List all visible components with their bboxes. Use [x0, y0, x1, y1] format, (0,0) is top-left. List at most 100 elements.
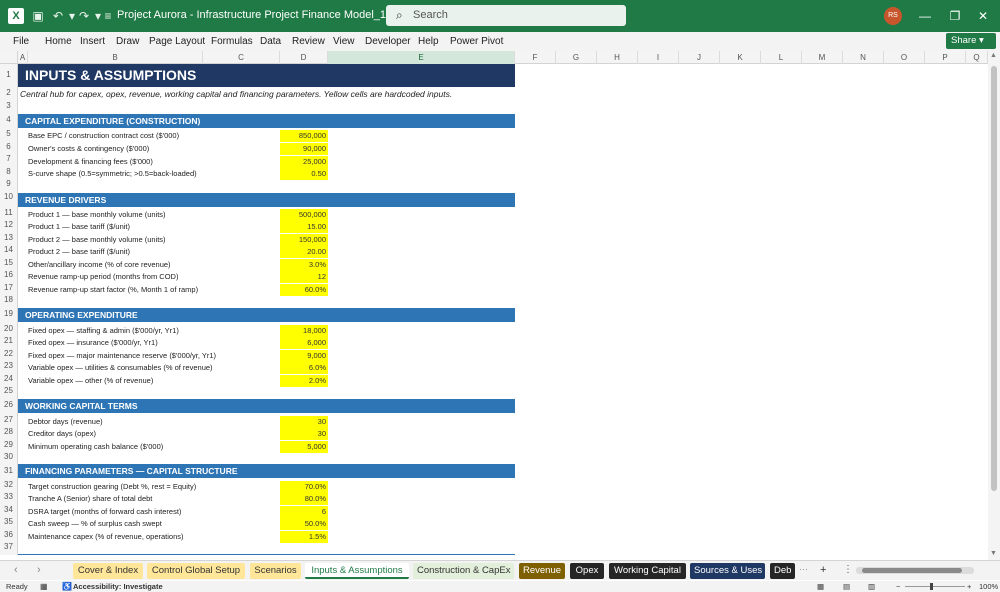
- sheet-tab-inputs-assumptions[interactable]: Inputs & Assumptions: [305, 563, 409, 579]
- share-button[interactable]: Share ▾: [946, 33, 996, 49]
- input-value-cell[interactable]: 2.0%: [280, 375, 328, 387]
- scroll-down-icon[interactable]: ▼: [990, 550, 997, 557]
- sheet-tab-scenarios[interactable]: Scenarios: [250, 563, 301, 579]
- column-header-b[interactable]: B: [28, 51, 203, 64]
- zoom-out-icon[interactable]: −: [896, 582, 900, 591]
- select-all-corner[interactable]: [0, 51, 18, 64]
- input-value-cell[interactable]: 20.00: [280, 246, 328, 258]
- input-value-cell[interactable]: 0.50: [280, 168, 328, 180]
- autosave-icon[interactable]: ▣: [30, 8, 46, 24]
- row-header-number[interactable]: 28: [0, 427, 17, 436]
- row-header-number[interactable]: 29: [0, 440, 17, 449]
- close-icon[interactable]: ✕: [973, 7, 993, 25]
- row-header-number[interactable]: 21: [0, 336, 17, 345]
- search-box[interactable]: ⌕ Search: [386, 5, 626, 26]
- tab-developer[interactable]: Developer: [365, 36, 411, 47]
- sheet-tab-cover-index[interactable]: Cover & Index: [73, 563, 143, 579]
- row-header-number[interactable]: 6: [0, 142, 17, 151]
- input-value-cell[interactable]: 1.5%: [280, 531, 328, 543]
- row-header-number[interactable]: 27: [0, 415, 17, 424]
- zoom-in-icon[interactable]: +: [967, 582, 971, 591]
- row-header-number[interactable]: 11: [0, 208, 17, 217]
- scroll-up-icon[interactable]: ▲: [990, 52, 997, 59]
- row-header-number[interactable]: 25: [0, 386, 17, 395]
- sheet-tab-control-global-setup[interactable]: Control Global Setup: [147, 563, 245, 579]
- row-header-number[interactable]: 14: [0, 245, 17, 254]
- sheet-tab-working-capital[interactable]: Working Capital: [609, 563, 686, 579]
- input-value-cell[interactable]: 70.0%: [280, 481, 328, 493]
- row-header-number[interactable]: 37: [0, 542, 17, 551]
- row-header-number[interactable]: 7: [0, 154, 17, 163]
- macro-record-icon[interactable]: ▦: [40, 582, 48, 591]
- row-header-number[interactable]: 22: [0, 349, 17, 358]
- zoom-level[interactable]: 100%: [979, 582, 998, 591]
- tab-formulas[interactable]: Formulas: [211, 36, 253, 47]
- column-header-a[interactable]: A: [18, 51, 28, 64]
- input-value-cell[interactable]: 3.0%: [280, 259, 328, 271]
- row-header-number[interactable]: 10: [0, 192, 17, 201]
- tab-draw[interactable]: Draw: [116, 36, 139, 47]
- avatar[interactable]: RS: [884, 7, 902, 25]
- row-header-number[interactable]: 36: [0, 530, 17, 539]
- column-header-o[interactable]: O: [884, 51, 925, 64]
- tab-help[interactable]: Help: [418, 36, 439, 47]
- tab-data[interactable]: Data: [260, 36, 281, 47]
- horizontal-scrollbar-thumb[interactable]: [862, 568, 962, 573]
- normal-view-icon[interactable]: ▦: [817, 582, 824, 591]
- more-sheets-icon[interactable]: ···: [799, 564, 808, 574]
- column-header-n[interactable]: N: [843, 51, 884, 64]
- column-header-l[interactable]: L: [761, 51, 802, 64]
- tab-file[interactable]: File: [13, 36, 29, 47]
- input-value-cell[interactable]: 80.0%: [280, 493, 328, 505]
- add-sheet-icon[interactable]: +: [820, 564, 826, 576]
- sheet-tab-debt[interactable]: Deb: [770, 563, 795, 579]
- row-header-number[interactable]: 3: [0, 101, 17, 110]
- input-value-cell[interactable]: 50.0%: [280, 518, 328, 530]
- column-header-k[interactable]: K: [720, 51, 761, 64]
- restore-icon[interactable]: ❐: [945, 7, 965, 25]
- input-value-cell[interactable]: 90,000: [280, 143, 328, 155]
- page-break-view-icon[interactable]: ▥: [868, 582, 875, 591]
- row-header-number[interactable]: 31: [0, 466, 17, 475]
- input-value-cell[interactable]: 500,000: [280, 209, 328, 221]
- scrollbar-thumb[interactable]: [991, 66, 997, 491]
- page-layout-view-icon[interactable]: ▤: [843, 582, 850, 591]
- row-header-number[interactable]: 15: [0, 258, 17, 267]
- row-header-number[interactable]: 23: [0, 361, 17, 370]
- row-header-number[interactable]: 34: [0, 505, 17, 514]
- input-value-cell[interactable]: 30: [280, 416, 328, 428]
- input-value-cell[interactable]: 850,000: [280, 130, 328, 142]
- column-header-h[interactable]: H: [597, 51, 638, 64]
- input-value-cell[interactable]: 15.00: [280, 221, 328, 233]
- input-value-cell[interactable]: 150,000: [280, 234, 328, 246]
- vertical-scrollbar[interactable]: ▲ ▼: [988, 51, 1000, 560]
- input-value-cell[interactable]: 60.0%: [280, 284, 328, 296]
- row-header-number[interactable]: 30: [0, 452, 17, 461]
- column-header-g[interactable]: G: [556, 51, 597, 64]
- row-header-number[interactable]: 33: [0, 492, 17, 501]
- column-header-q[interactable]: Q: [966, 51, 988, 64]
- accessibility-icon[interactable]: ♿: [62, 582, 72, 591]
- input-value-cell[interactable]: 6.0%: [280, 362, 328, 374]
- zoom-slider-thumb[interactable]: [930, 583, 933, 590]
- row-header-number[interactable]: 12: [0, 220, 17, 229]
- worksheet-grid[interactable]: INPUTS & ASSUMPTIONS Central hub for cap…: [18, 64, 988, 555]
- input-value-cell[interactable]: 9,000: [280, 350, 328, 362]
- accessibility-status[interactable]: Accessibility: Investigate: [73, 582, 163, 591]
- column-header-m[interactable]: M: [802, 51, 843, 64]
- tab-power-pivot[interactable]: Power Pivot: [450, 36, 503, 47]
- sheet-tab-revenue[interactable]: Revenue: [519, 563, 565, 579]
- sheet-tab-construction-capex[interactable]: Construction & CapEx: [413, 563, 514, 579]
- input-value-cell[interactable]: 30: [280, 428, 328, 440]
- column-header-j[interactable]: J: [679, 51, 720, 64]
- column-header-e[interactable]: E: [328, 51, 515, 64]
- row-header-number[interactable]: 9: [0, 179, 17, 188]
- row-header-number[interactable]: 19: [0, 309, 17, 318]
- zoom-slider[interactable]: [905, 586, 965, 587]
- input-value-cell[interactable]: 25,000: [280, 156, 328, 168]
- row-header-number[interactable]: 35: [0, 517, 17, 526]
- row-header-number[interactable]: 4: [0, 115, 17, 124]
- sheet-tab-sources-uses[interactable]: Sources & Uses: [690, 563, 765, 579]
- row-header-number[interactable]: 16: [0, 270, 17, 279]
- row-header-number[interactable]: 26: [0, 400, 17, 409]
